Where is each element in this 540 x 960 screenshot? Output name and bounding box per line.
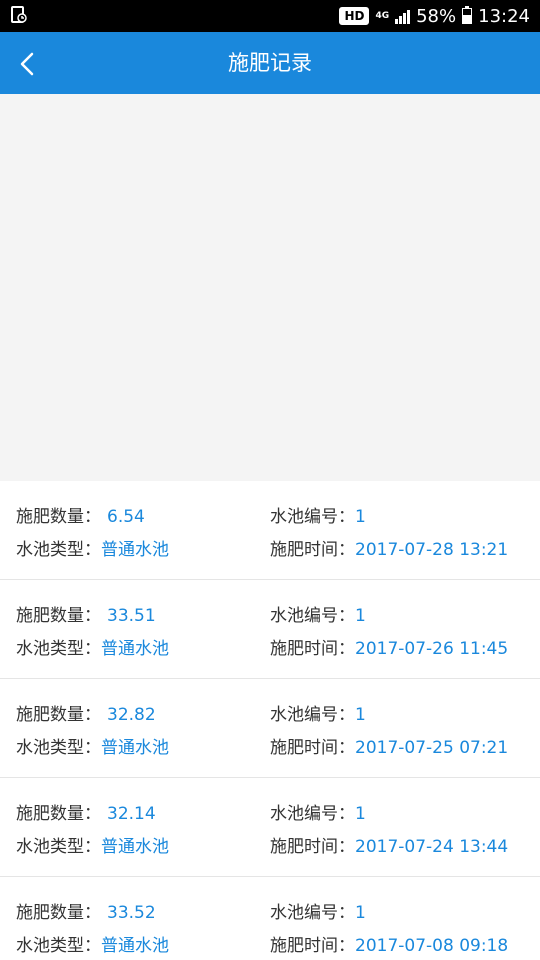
pool-no-label: 水池编号： <box>270 903 355 923</box>
pool-type-label: 水池类型： <box>16 837 101 857</box>
pool-no-value: 1 <box>355 606 366 626</box>
pool-no-label: 水池编号： <box>270 705 355 725</box>
pool-no-field: 水池编号：1 <box>270 502 366 527</box>
time-field: 施肥时间：2017-07-24 13:44 <box>270 832 508 857</box>
pool-type-value: 普通水池 <box>101 540 169 560</box>
page-title: 施肥记录 <box>228 51 312 75</box>
time-label: 施肥时间： <box>270 936 355 956</box>
amount-value: 6.54 <box>107 507 145 527</box>
amount-field: 施肥数量： 32.14 <box>16 799 156 824</box>
empty-content-area <box>0 94 540 480</box>
pool-type-value: 普通水池 <box>101 936 169 956</box>
amount-field: 施肥数量： 33.51 <box>16 601 156 626</box>
record-item[interactable]: 施肥数量： 32.14 水池类型：普通水池 水池编号：1 施肥时间：2017-07… <box>0 778 540 877</box>
pool-no-label: 水池编号： <box>270 507 355 527</box>
clock: 13:24 <box>478 5 530 27</box>
pool-no-value: 1 <box>355 507 366 527</box>
amount-label: 施肥数量： <box>16 903 101 923</box>
pool-type-value: 普通水池 <box>101 837 169 857</box>
amount-label: 施肥数量： <box>16 705 101 725</box>
time-field: 施肥时间：2017-07-28 13:21 <box>270 535 508 560</box>
chevron-left-icon <box>20 52 34 76</box>
time-label: 施肥时间： <box>270 639 355 659</box>
time-label: 施肥时间： <box>270 540 355 560</box>
hd-badge: HD <box>339 7 370 25</box>
app-header: 施肥记录 <box>0 32 540 94</box>
pool-type-field: 水池类型：普通水池 <box>16 931 169 956</box>
record-item[interactable]: 施肥数量： 33.52 水池类型：普通水池 水池编号：1 施肥时间：2017-07… <box>0 877 540 960</box>
record-item[interactable]: 施肥数量： 6.54 水池类型：普通水池 水池编号：1 施肥时间：2017-07-… <box>0 481 540 580</box>
signal-icon <box>395 8 411 24</box>
pool-type-field: 水池类型：普通水池 <box>16 832 169 857</box>
amount-field: 施肥数量： 33.52 <box>16 898 156 923</box>
amount-value: 32.14 <box>107 804 156 824</box>
record-item[interactable]: 施肥数量： 32.82 水池类型：普通水池 水池编号：1 施肥时间：2017-07… <box>0 679 540 778</box>
amount-value: 32.82 <box>107 705 156 725</box>
pool-no-field: 水池编号：1 <box>270 799 366 824</box>
pool-type-field: 水池类型：普通水池 <box>16 634 169 659</box>
time-label: 施肥时间： <box>270 837 355 857</box>
pool-type-value: 普通水池 <box>101 639 169 659</box>
status-bar: HD 4G 58% 13:24 <box>0 0 540 32</box>
pool-no-label: 水池编号： <box>270 606 355 626</box>
pool-no-field: 水池编号：1 <box>270 898 366 923</box>
amount-label: 施肥数量： <box>16 606 101 626</box>
back-button[interactable] <box>6 40 50 86</box>
pool-no-field: 水池编号：1 <box>270 700 366 725</box>
pool-no-field: 水池编号：1 <box>270 601 366 626</box>
amount-label: 施肥数量： <box>16 507 101 527</box>
pool-no-value: 1 <box>355 705 366 725</box>
pool-no-label: 水池编号： <box>270 804 355 824</box>
time-field: 施肥时间：2017-07-26 11:45 <box>270 634 508 659</box>
battery-icon <box>462 6 473 24</box>
amount-value: 33.52 <box>107 903 156 923</box>
pool-no-value: 1 <box>355 903 366 923</box>
pool-type-label: 水池类型： <box>16 540 101 560</box>
amount-value: 33.51 <box>107 606 156 626</box>
amount-label: 施肥数量： <box>16 804 101 824</box>
time-value: 2017-07-25 07:21 <box>355 738 509 758</box>
pool-type-field: 水池类型：普通水池 <box>16 733 169 758</box>
pool-type-label: 水池类型： <box>16 738 101 758</box>
pool-type-field: 水池类型：普通水池 <box>16 535 169 560</box>
pool-type-label: 水池类型： <box>16 639 101 659</box>
amount-field: 施肥数量： 32.82 <box>16 700 156 725</box>
time-label: 施肥时间： <box>270 738 355 758</box>
battery-percent: 58% <box>416 5 457 27</box>
pool-type-value: 普通水池 <box>101 738 169 758</box>
record-list: 施肥数量： 6.54 水池类型：普通水池 水池编号：1 施肥时间：2017-07-… <box>0 481 540 960</box>
pool-type-label: 水池类型： <box>16 936 101 956</box>
time-value: 2017-07-08 09:18 <box>355 936 509 956</box>
record-item[interactable]: 施肥数量： 33.51 水池类型：普通水池 水池编号：1 施肥时间：2017-07… <box>0 580 540 679</box>
time-field: 施肥时间：2017-07-08 09:18 <box>270 931 508 956</box>
pool-no-value: 1 <box>355 804 366 824</box>
amount-field: 施肥数量： 6.54 <box>16 502 145 527</box>
network-type-label: 4G <box>375 10 390 21</box>
time-value: 2017-07-26 11:45 <box>355 639 509 659</box>
time-field: 施肥时间：2017-07-25 07:21 <box>270 733 508 758</box>
screen-record-icon <box>10 6 28 24</box>
time-value: 2017-07-24 13:44 <box>355 837 509 857</box>
time-value: 2017-07-28 13:21 <box>355 540 509 560</box>
